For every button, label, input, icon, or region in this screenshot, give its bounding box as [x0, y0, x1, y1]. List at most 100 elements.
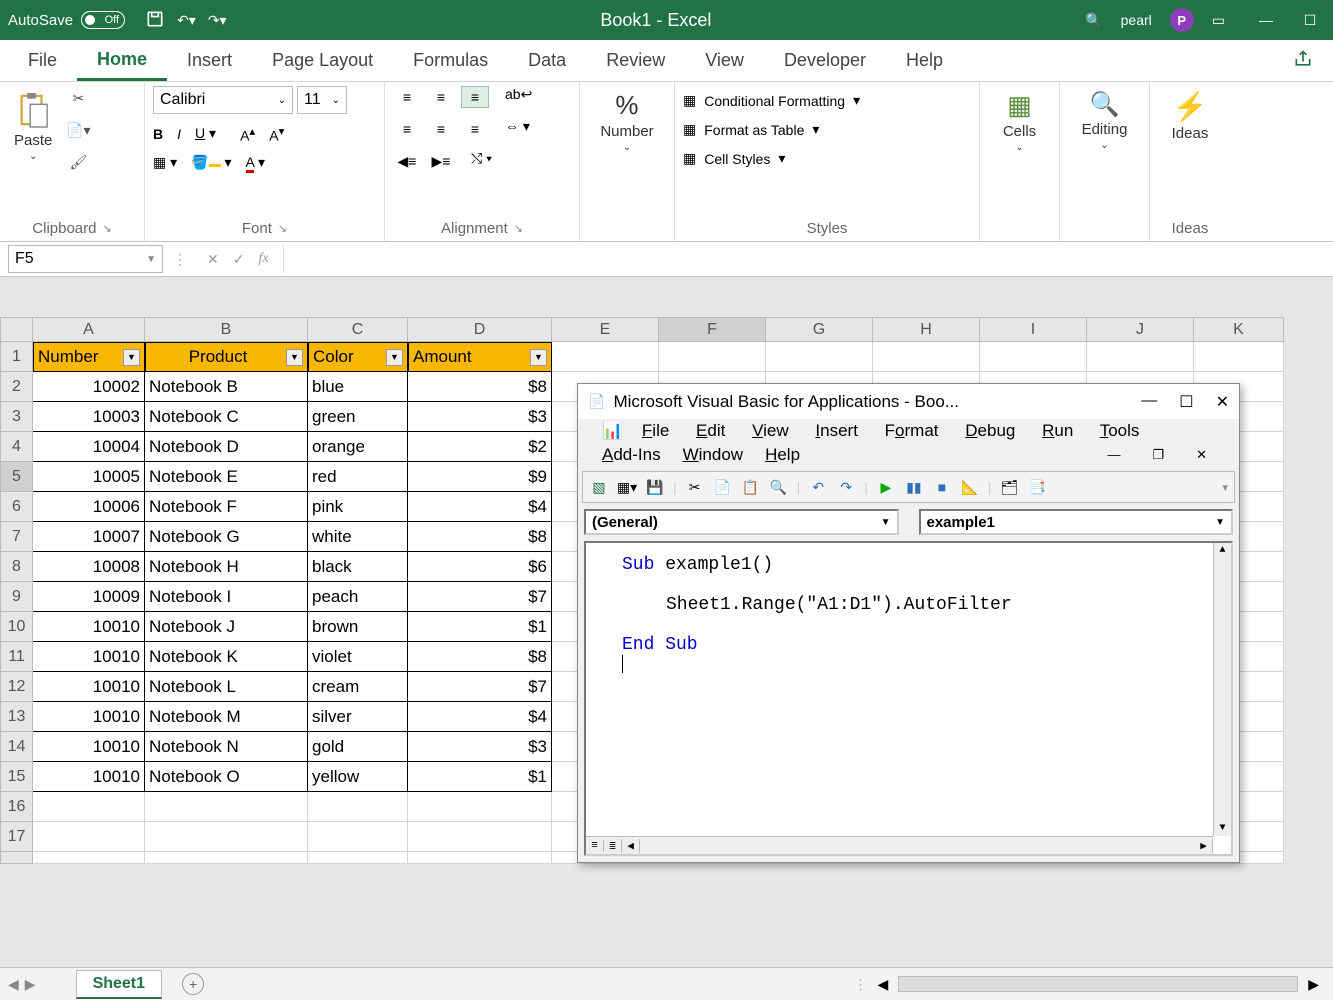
row-header[interactable]: 11 [0, 642, 33, 672]
vba-maximize-button[interactable]: ☐ [1179, 392, 1193, 412]
cell[interactable]: $1 [408, 762, 552, 792]
vba-code-pane[interactable]: Sub example1() Sheet1.Range("A1:D1").Aut… [584, 541, 1233, 856]
cell[interactable] [552, 342, 659, 372]
cell[interactable]: Notebook L [145, 672, 308, 702]
sheet-next-icon[interactable]: ▶ [25, 976, 36, 993]
cell[interactable]: orange [308, 432, 408, 462]
cell[interactable]: 10007 [33, 522, 145, 552]
vba-menu-help[interactable]: Help [765, 445, 800, 465]
tab-insert[interactable]: Insert [167, 40, 252, 81]
cut-icon[interactable]: ✂ [64, 86, 92, 110]
cell[interactable]: Notebook O [145, 762, 308, 792]
vba-mdi-minimize[interactable]: — [1107, 447, 1120, 463]
cell[interactable]: yellow [308, 762, 408, 792]
vba-redo-icon[interactable]: ↷ [836, 477, 856, 497]
sheet-tab-sheet1[interactable]: Sheet1 [76, 970, 162, 999]
vba-horizontal-scrollbar[interactable]: ≡ ≣ ◀ ▶ [586, 836, 1213, 854]
vba-object-combo[interactable]: (General)▼ [584, 509, 899, 535]
cell[interactable]: Notebook D [145, 432, 308, 462]
col-header-F[interactable]: F [659, 317, 766, 342]
vba-break-icon[interactable]: ▮▮ [904, 477, 924, 497]
cancel-icon[interactable]: ✕ [207, 251, 219, 268]
vba-copy-icon[interactable]: 📄 [713, 477, 733, 497]
cell[interactable] [408, 852, 552, 864]
vba-view-proc-icon[interactable]: ≣ [604, 839, 622, 853]
cell[interactable] [33, 792, 145, 822]
cell[interactable] [1087, 342, 1194, 372]
cell[interactable]: Notebook J [145, 612, 308, 642]
enter-icon[interactable]: ✓ [233, 251, 245, 268]
cell[interactable]: $3 [408, 732, 552, 762]
cell[interactable]: 10004 [33, 432, 145, 462]
font-size-combo[interactable]: 11⌄ [297, 86, 347, 114]
vba-reset-icon[interactable]: ■ [932, 477, 952, 497]
save-icon[interactable] [145, 9, 165, 32]
header-cell[interactable]: Color▼ [308, 342, 408, 372]
vba-paste-icon[interactable]: 📋 [741, 477, 761, 497]
vba-view-full-icon[interactable]: ≡ [586, 840, 604, 852]
horizontal-scrollbar[interactable] [898, 976, 1298, 992]
vba-menu-run[interactable]: Run [1042, 421, 1073, 440]
cell[interactable]: $7 [408, 672, 552, 702]
row-header[interactable]: 10 [0, 612, 33, 642]
row-header[interactable]: 1 [0, 342, 33, 372]
tab-formulas[interactable]: Formulas [393, 40, 508, 81]
cell[interactable]: Notebook B [145, 372, 308, 402]
autosave-toggle[interactable]: Off [81, 11, 125, 29]
new-sheet-button[interactable]: + [182, 973, 204, 995]
row-header[interactable]: 3 [0, 402, 33, 432]
col-header-D[interactable]: D [408, 317, 552, 342]
row-header[interactable]: 7 [0, 522, 33, 552]
row-header[interactable]: 9 [0, 582, 33, 612]
scroll-right-icon[interactable]: ▶ [1302, 976, 1325, 993]
vba-toolbar-overflow[interactable]: ▾ [1222, 481, 1228, 494]
cell[interactable]: $8 [408, 642, 552, 672]
col-header-G[interactable]: G [766, 317, 873, 342]
copy-icon[interactable]: 📄▾ [64, 118, 92, 142]
cell[interactable]: $2 [408, 432, 552, 462]
name-box[interactable]: F5▼ [8, 245, 163, 273]
font-color-button[interactable]: A ▾ [246, 154, 266, 171]
header-cell[interactable]: Number▼ [33, 342, 145, 372]
tab-data[interactable]: Data [508, 40, 586, 81]
cell[interactable]: $6 [408, 552, 552, 582]
ideas-button[interactable]: ⚡ Ideas [1166, 86, 1215, 146]
cell[interactable]: silver [308, 702, 408, 732]
paste-button[interactable]: Paste ⌄ [8, 86, 58, 166]
cell[interactable] [1194, 342, 1284, 372]
number-format-button[interactable]: % Number ⌄ [594, 86, 659, 157]
cell[interactable]: white [308, 522, 408, 552]
vba-close-button[interactable]: ✕ [1216, 392, 1229, 412]
row-header[interactable]: 17 [0, 822, 33, 852]
merge-center-icon[interactable]: ⇔ ▾ [505, 118, 530, 140]
minimize-button[interactable]: — [1251, 12, 1281, 29]
align-bottom-icon[interactable]: ≡ [461, 86, 489, 108]
cell[interactable]: $1 [408, 612, 552, 642]
cell[interactable] [408, 822, 552, 852]
grow-font-icon[interactable]: A▴ [240, 124, 255, 144]
vba-insert-icon[interactable]: ▦▾ [617, 477, 637, 497]
cell[interactable]: Notebook N [145, 732, 308, 762]
tab-file[interactable]: File [8, 40, 77, 81]
search-icon[interactable]: 🔍 [1085, 12, 1102, 29]
vba-save-icon[interactable]: 💾 [645, 477, 665, 497]
col-header-H[interactable]: H [873, 317, 980, 342]
vba-cut-icon[interactable]: ✂ [685, 477, 705, 497]
cell[interactable] [766, 342, 873, 372]
share-button[interactable] [1281, 49, 1325, 72]
cell[interactable]: 10002 [33, 372, 145, 402]
vba-procedure-combo[interactable]: example1▼ [919, 509, 1234, 535]
cell[interactable]: $3 [408, 402, 552, 432]
ribbon-display-icon[interactable]: ▭ [1212, 12, 1225, 29]
cell[interactable]: 10009 [33, 582, 145, 612]
cell[interactable]: Notebook F [145, 492, 308, 522]
cells-button[interactable]: ▦ Cells ⌄ [997, 86, 1042, 157]
vba-view-excel-icon[interactable]: ▧ [589, 477, 609, 497]
row-header[interactable]: 2 [0, 372, 33, 402]
editing-button[interactable]: 🔍 Editing ⌄ [1076, 86, 1134, 155]
vba-menu-view[interactable]: View [752, 421, 789, 440]
cell[interactable] [33, 852, 145, 864]
col-header-K[interactable]: K [1194, 317, 1284, 342]
orientation-icon[interactable]: ⤭ ▾ [471, 150, 492, 172]
row-header[interactable]: 15 [0, 762, 33, 792]
